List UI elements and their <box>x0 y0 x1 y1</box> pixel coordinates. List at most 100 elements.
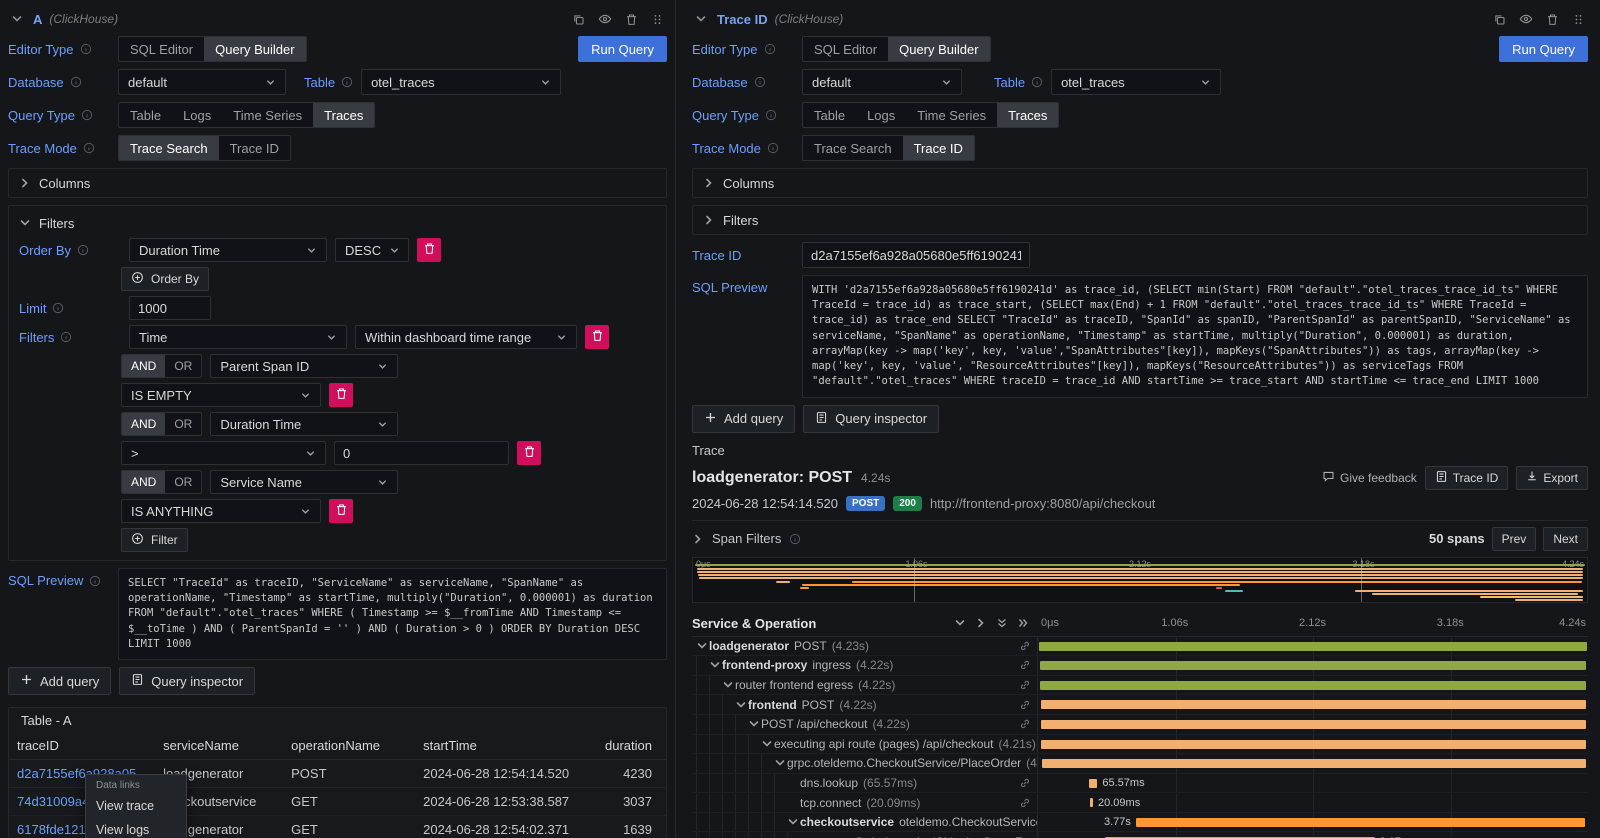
info-icon[interactable] <box>789 533 801 545</box>
query-type-logs[interactable]: Logs <box>856 103 906 127</box>
trace-id-input[interactable] <box>802 242 1030 268</box>
collapse-span-icon[interactable] <box>709 659 722 671</box>
trace-id-option[interactable]: Trace ID <box>903 136 974 160</box>
trace-id-option[interactable]: Trace ID <box>219 136 290 160</box>
span-bar[interactable] <box>1136 818 1585 827</box>
drag-handle-icon[interactable] <box>1569 13 1588 26</box>
query-type-traces[interactable]: Traces <box>997 103 1058 127</box>
collapse-one-icon[interactable] <box>954 617 966 629</box>
span-filters-label[interactable]: Span Filters <box>712 531 781 546</box>
add-order-by-button[interactable]: Order By <box>121 267 209 291</box>
table-select[interactable]: otel_traces <box>361 69 561 95</box>
trace-minimap[interactable]: 0μs1.06s2.12s3.18s4.24s <box>692 557 1588 603</box>
give-feedback-link[interactable]: Give feedback <box>1322 470 1417 486</box>
info-icon[interactable] <box>765 109 777 121</box>
span-link-icon[interactable] <box>1015 797 1037 809</box>
view-logs-menu-item[interactable]: View logs <box>86 818 186 838</box>
span-row[interactable]: frontendPOST(4.22s) <box>692 695 1588 715</box>
remove-filter-button[interactable] <box>585 325 609 349</box>
span-bar[interactable] <box>1089 779 1098 788</box>
add-filter-button[interactable]: Filter <box>121 528 188 552</box>
next-button[interactable]: Next <box>1543 527 1588 551</box>
span-row[interactable]: frontend-proxyingress(4.22s) <box>692 656 1588 676</box>
hide-query-icon[interactable] <box>1516 12 1536 26</box>
span-link-icon[interactable] <box>1015 659 1037 671</box>
span-bar[interactable] <box>1041 700 1587 709</box>
and-option[interactable]: AND <box>122 413 165 435</box>
remove-order-by-button[interactable] <box>417 238 441 262</box>
query-inspector-button[interactable]: Query inspector <box>803 405 939 433</box>
duplicate-query-icon[interactable] <box>1490 13 1509 26</box>
span-row[interactable]: dns.lookup(65.57ms)65.57ms <box>692 774 1588 794</box>
order-by-direction-select[interactable]: DESC <box>335 238 409 262</box>
or-option[interactable]: OR <box>165 413 201 435</box>
span-bar[interactable] <box>1041 720 1586 729</box>
info-icon[interactable] <box>60 331 72 343</box>
query-type-table[interactable]: Table <box>803 103 856 127</box>
span-row[interactable]: checkoutserviceoteldemo.CheckoutService/… <box>692 813 1588 833</box>
order-by-field-select[interactable]: Duration Time <box>129 238 327 262</box>
span-row[interactable]: POST /api/checkout(4.22s) <box>692 715 1588 735</box>
filter-field-select[interactable]: Service Name <box>210 470 398 494</box>
or-option[interactable]: OR <box>165 471 201 493</box>
collapse-all-icon[interactable] <box>996 617 1008 629</box>
duplicate-query-icon[interactable] <box>569 13 588 26</box>
info-icon[interactable] <box>77 244 89 256</box>
view-trace-menu-item[interactable]: View trace <box>86 794 186 818</box>
span-bar[interactable] <box>1039 642 1587 651</box>
collapse-span-icon[interactable] <box>774 757 787 769</box>
database-select[interactable]: default <box>118 69 286 95</box>
columns-section-toggle[interactable]: Columns <box>692 168 1588 198</box>
query-type-traces[interactable]: Traces <box>313 103 374 127</box>
query-type-table[interactable]: Table <box>119 103 172 127</box>
trace-search-option[interactable]: Trace Search <box>803 136 903 160</box>
filter-value-input[interactable] <box>334 441 509 465</box>
or-option[interactable]: OR <box>165 355 201 377</box>
span-link-icon[interactable] <box>1015 699 1037 711</box>
expand-one-icon[interactable] <box>975 617 987 629</box>
col-header[interactable]: traceID <box>9 732 155 760</box>
sql-editor-option[interactable]: SQL Editor <box>119 37 204 61</box>
query-type-timeseries[interactable]: Time Series <box>222 103 313 127</box>
span-row[interactable]: grpc.oteldemo.CheckoutService/PlaceOrder… <box>692 754 1588 774</box>
info-icon[interactable] <box>52 302 64 314</box>
col-header[interactable]: duration <box>587 732 666 760</box>
span-bar[interactable] <box>1042 759 1586 768</box>
run-query-button[interactable]: Run Query <box>1499 36 1588 62</box>
info-icon[interactable] <box>89 575 101 587</box>
columns-section-toggle[interactable]: Columns <box>8 168 667 198</box>
and-option[interactable]: AND <box>122 355 165 377</box>
table-select[interactable]: otel_traces <box>1051 69 1221 95</box>
span-bar[interactable] <box>1040 681 1586 690</box>
span-link-icon[interactable] <box>1015 777 1037 789</box>
collapse-span-icon[interactable] <box>748 718 761 730</box>
remove-filter-button[interactable] <box>329 383 353 407</box>
span-link-icon[interactable] <box>1015 718 1037 730</box>
remove-filter-button[interactable] <box>517 441 541 465</box>
prev-button[interactable]: Prev <box>1492 527 1537 551</box>
remove-filter-button[interactable] <box>329 499 353 523</box>
minimap-cursor[interactable] <box>1361 558 1362 602</box>
and-option[interactable]: AND <box>122 471 165 493</box>
minimap-cursor[interactable] <box>914 558 915 602</box>
query-builder-option[interactable]: Query Builder <box>888 37 989 61</box>
trace-id-button[interactable]: Trace ID <box>1425 466 1509 490</box>
span-link-icon[interactable] <box>1015 640 1037 652</box>
run-query-button[interactable]: Run Query <box>578 36 667 62</box>
info-icon[interactable] <box>70 76 82 88</box>
info-icon[interactable] <box>80 43 92 55</box>
query-type-timeseries[interactable]: Time Series <box>906 103 997 127</box>
collapse-query-icon[interactable] <box>8 13 26 25</box>
drag-handle-icon[interactable] <box>648 13 667 26</box>
info-icon[interactable] <box>1031 76 1043 88</box>
add-query-button[interactable]: Add query <box>692 405 795 433</box>
query-builder-option[interactable]: Query Builder <box>204 37 305 61</box>
span-row[interactable]: loadgeneratorPOST(4.23s) <box>692 637 1588 657</box>
collapse-span-icon[interactable] <box>761 738 774 750</box>
query-type-logs[interactable]: Logs <box>172 103 222 127</box>
hide-query-icon[interactable] <box>595 12 615 26</box>
span-link-icon[interactable] <box>1015 679 1037 691</box>
delete-query-icon[interactable] <box>622 13 641 26</box>
span-row[interactable]: router frontend egress(4.22s) <box>692 676 1588 696</box>
add-query-button[interactable]: Add query <box>8 667 111 695</box>
